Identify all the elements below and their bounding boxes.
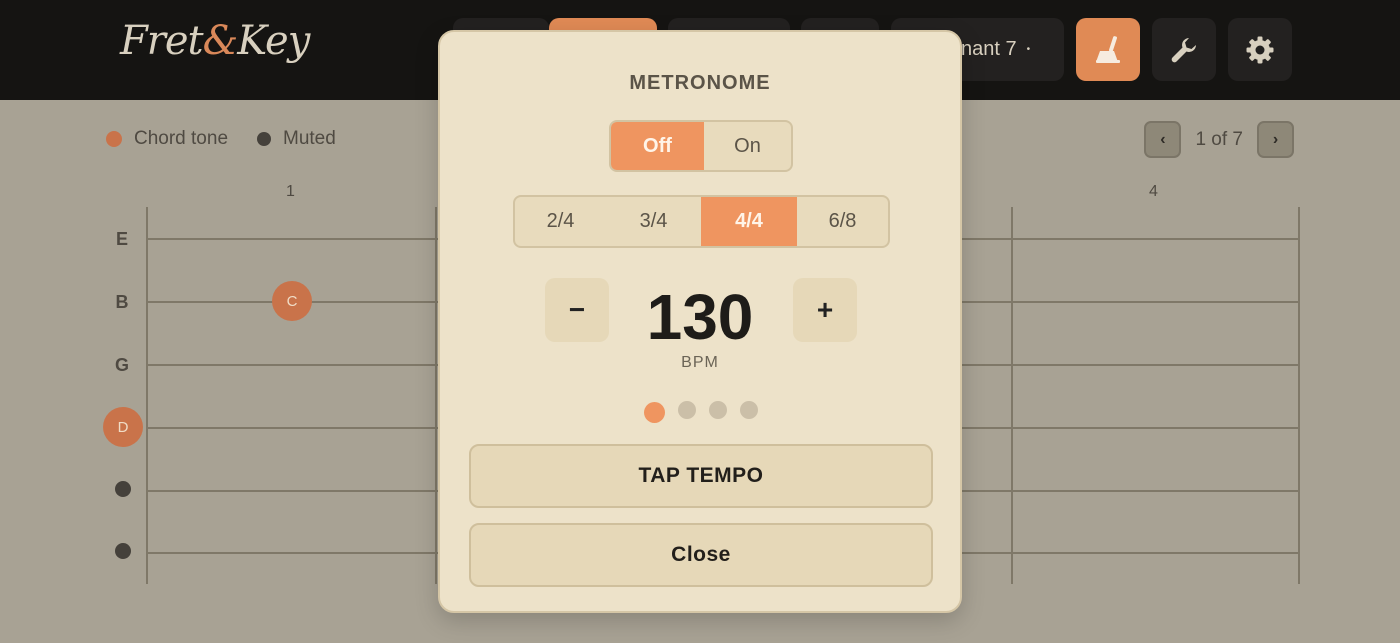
bpm-label: BPM <box>681 354 719 371</box>
muted-label: Muted <box>283 128 336 149</box>
clear-button[interactable] <box>1076 18 1140 81</box>
toggle-off-option[interactable]: Off <box>611 122 704 170</box>
beat-dot-active <box>644 402 665 423</box>
logo-ampersand: & <box>202 18 239 64</box>
fret-line <box>1011 207 1013 584</box>
prev-page-button[interactable]: ‹ <box>1144 121 1182 158</box>
time-signature-option[interactable]: 2/4 <box>515 197 606 246</box>
string-label-e: E <box>115 229 128 249</box>
page-indicator: 1 of 7 <box>1195 128 1243 150</box>
fret-line <box>435 207 437 584</box>
gear-icon <box>1246 36 1274 63</box>
legend-chord-tone: Chord tone <box>106 128 228 150</box>
chord-selector-dot: • <box>1026 44 1031 56</box>
fret-number-1: 1 <box>286 183 295 200</box>
bpm-value: 130 <box>646 281 754 353</box>
string-label-b: B <box>115 292 129 312</box>
wrench-icon <box>1171 37 1196 62</box>
logo-text-fret: Fret <box>120 18 204 64</box>
toggle-on-option[interactable]: On <box>704 122 791 170</box>
chord-tone-label: Chord tone <box>134 128 229 149</box>
chord-tone-dot <box>106 131 122 147</box>
string-label-g: G <box>114 355 129 375</box>
next-page-button[interactable]: › <box>1257 121 1294 158</box>
broom-icon <box>1096 35 1120 63</box>
fret-line <box>1298 207 1300 584</box>
chord-tone-note[interactable]: D <box>103 407 143 447</box>
chord-selector-label: nant 7 <box>961 38 1017 60</box>
legend-muted: Muted <box>257 128 336 150</box>
time-signature-option[interactable]: 3/4 <box>606 197 701 246</box>
metronome-dialog: METRONOME Off On 2/4 3/4 4/4 6/8 − 130 +… <box>438 30 962 613</box>
muted-dot <box>257 132 271 146</box>
dialog-title: METRONOME <box>629 72 771 94</box>
tap-tempo-button[interactable]: TAP TEMPO <box>469 444 933 508</box>
beat-dot <box>709 401 727 419</box>
time-signature-option[interactable]: 6/8 <box>797 197 888 246</box>
time-signature-option-selected[interactable]: 4/4 <box>701 197 797 246</box>
pager: ‹ 1 of 7 › <box>1144 121 1294 158</box>
muted-string-marker[interactable] <box>115 481 131 497</box>
beat-dot <box>740 401 758 419</box>
app-logo: Fret&Key <box>120 18 310 64</box>
time-signature-selector: 2/4 3/4 4/4 6/8 <box>513 195 890 248</box>
tools-button[interactable] <box>1152 18 1216 81</box>
nut <box>146 207 148 584</box>
metronome-toggle: Off On <box>609 120 793 172</box>
increase-bpm-button[interactable]: + <box>793 278 857 342</box>
chord-tone-note[interactable]: C <box>272 281 312 321</box>
close-button[interactable]: Close <box>469 523 933 587</box>
muted-string-marker[interactable] <box>115 543 131 559</box>
beat-dot <box>678 401 696 419</box>
settings-button[interactable] <box>1228 18 1292 81</box>
logo-text-key: Key <box>237 18 310 64</box>
fret-number-4: 4 <box>1149 183 1158 200</box>
